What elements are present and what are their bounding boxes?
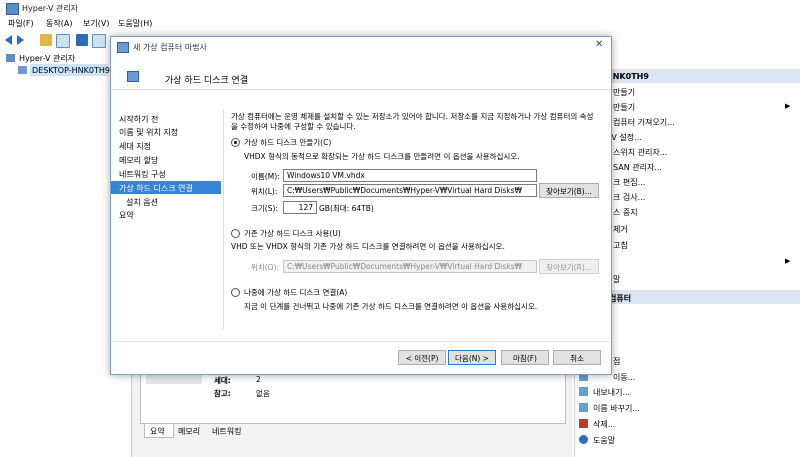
- new-vm-wizard-dialog: 새 가상 컴퓨터 마법사 ✕ 가상 하드 디스크 연결 시작하기 전 이름 및 …: [110, 36, 612, 375]
- step-connect-vhd[interactable]: 가상 하드 디스크 연결: [111, 181, 221, 194]
- step-name-location[interactable]: 이름 및 위치 지정: [119, 125, 221, 138]
- action-help[interactable]: 도움말: [579, 433, 799, 447]
- dialog-header: 새 가상 컴퓨터 마법사 ✕ 가상 하드 디스크 연결: [111, 37, 611, 90]
- window-title: Hyper-V 관리자: [22, 4, 79, 13]
- tree-root[interactable]: Hyper-V 관리자: [19, 53, 75, 64]
- page-icon: [127, 71, 139, 82]
- cancel-button[interactable]: 취소: [553, 350, 601, 365]
- back-arrow-icon[interactable]: [5, 35, 12, 45]
- vhd-size-input[interactable]: 127: [283, 201, 317, 214]
- create-vhd-desc: VHDX 형식의 동적으로 확장되는 가상 하드 디스크를 만들려면 이 옵션을…: [244, 152, 520, 161]
- dialog-title: 새 가상 컴퓨터 마법사: [133, 43, 207, 52]
- action-delete[interactable]: 삭제...: [579, 417, 799, 431]
- export-icon: [579, 387, 588, 396]
- wizard-icon: [117, 42, 129, 53]
- tab-summary[interactable]: 요약: [144, 424, 174, 438]
- size-label: 크기(S):: [251, 204, 278, 213]
- action-inspect-disk[interactable]: 크 검사...: [579, 190, 799, 204]
- help-icon: [579, 435, 588, 444]
- step-networking[interactable]: 네트워킹 구성: [119, 167, 221, 180]
- detail-value-notes: 없음: [256, 389, 270, 398]
- menu-help[interactable]: 도움말(H): [118, 18, 152, 29]
- radio-attach-later[interactable]: [231, 288, 240, 297]
- detail-label-notes: 참고:: [214, 389, 231, 398]
- menu-view[interactable]: 보기(V): [83, 18, 109, 29]
- vm-details-panel: [140, 368, 566, 424]
- step-generation[interactable]: 세대 지정: [119, 139, 221, 152]
- action-export[interactable]: 내보내기...: [579, 385, 799, 399]
- browse-existing-button[interactable]: 찾아보기(R)...: [539, 259, 599, 274]
- step-install-options[interactable]: 설치 옵션: [119, 195, 221, 208]
- delete-icon: [579, 419, 588, 428]
- hyperv-manager-icon: [6, 54, 15, 62]
- finish-button[interactable]: 마침(F): [501, 350, 549, 365]
- existing-vhd-location-input[interactable]: C:₩Users₩Public₩Documents₩Hyper-V₩Virtua…: [283, 260, 537, 273]
- use-existing-desc: VHD 또는 VHDX 형식의 기존 가상 하드 디스크를 연결하려면 이 옵션…: [231, 242, 505, 251]
- hyperv-app-icon: [6, 3, 19, 15]
- action-hyperv-settings[interactable]: -V 설정...: [579, 130, 799, 144]
- menu-bar: 파일(F) 동작(A) 보기(V) 도움말(H): [0, 16, 800, 31]
- previous-button[interactable]: < 이전(P): [398, 350, 446, 365]
- forward-arrow-icon[interactable]: [17, 35, 24, 45]
- location2-label: 위치(O):: [251, 263, 280, 272]
- up-folder-icon[interactable]: [40, 34, 52, 46]
- menu-action[interactable]: 동작(A): [46, 18, 72, 29]
- action-remove[interactable]: 제거: [579, 222, 799, 236]
- action-refresh[interactable]: 고침: [579, 238, 799, 252]
- tab-memory[interactable]: 메모리: [174, 424, 206, 437]
- location-label: 위치(L):: [251, 187, 278, 196]
- vhd-name-input[interactable]: Windows10 VM.vhdx: [283, 169, 537, 182]
- menu-file[interactable]: 파일(F): [8, 18, 34, 29]
- console-tree-icon[interactable]: [56, 34, 70, 48]
- action-import-vm[interactable]: 컴퓨터 가져오기...: [579, 115, 799, 129]
- browse-button[interactable]: 찾아보기(B)...: [539, 183, 599, 198]
- action-rename[interactable]: 이름 바꾸기...: [579, 401, 799, 415]
- tab-networking[interactable]: 네트워킹: [208, 424, 246, 437]
- radio-create-vhd[interactable]: [231, 138, 240, 147]
- action-view[interactable]: ▶: [579, 255, 799, 269]
- action-new-2[interactable]: 만들기 ▶: [579, 100, 799, 114]
- scroll-track[interactable]: [603, 94, 608, 324]
- radio-use-existing-label: 기존 가상 하드 디스크 사용(U): [244, 229, 341, 238]
- radio-attach-later-label: 나중에 가상 하드 디스크 연결(A): [244, 288, 348, 297]
- size-unit: GB(최대: 64TB): [319, 204, 374, 213]
- nav-divider: [223, 109, 224, 329]
- action-help-top[interactable]: 말: [579, 272, 799, 286]
- action-switch-manager[interactable]: 스위치 관리자...: [579, 145, 799, 159]
- name-label: 이름(M):: [251, 172, 280, 181]
- action-san-manager[interactable]: SAN 관리자...: [579, 160, 799, 174]
- action-new[interactable]: 만들기: [579, 85, 799, 99]
- window-titlebar: Hyper-V 관리자: [0, 0, 800, 17]
- detail-label-generation: 세대:: [214, 376, 231, 385]
- close-icon[interactable]: ✕: [595, 39, 603, 50]
- radio-use-existing-vhd[interactable]: [231, 229, 240, 238]
- step-summary[interactable]: 요약: [119, 208, 221, 221]
- details-tabs: 요약 메모리 네트워킹: [140, 424, 564, 438]
- action-edit-disk[interactable]: 크 편집...: [579, 175, 799, 189]
- footer-divider: [111, 341, 611, 342]
- rename-icon: [579, 403, 588, 412]
- wizard-steps: 시작하기 전 이름 및 위치 지정 세대 지정 메모리 할당 네트워킹 구성 가…: [111, 110, 221, 310]
- intro-text-2: 을 수정하여 나중에 구성할 수 있습니다.: [231, 122, 356, 131]
- step-before-you-begin[interactable]: 시작하기 전: [119, 112, 221, 125]
- action-stop-service[interactable]: 스 중지: [579, 205, 799, 219]
- help-icon[interactable]: [76, 34, 88, 46]
- radio-create-vhd-label: 가상 하드 디스크 만들기(C): [244, 138, 332, 147]
- vhd-location-input[interactable]: C:₩Users₩Public₩Documents₩Hyper-V₩Virtua…: [283, 184, 537, 197]
- next-button[interactable]: 다음(N) >: [448, 350, 496, 365]
- attach-later-desc: 지금 이 단계를 건너뛰고 나중에 기존 가상 하드 디스크를 연결하려면 이 …: [244, 302, 538, 311]
- server-icon: [18, 66, 27, 74]
- tree-host: DESKTOP-HNK0TH9: [32, 66, 110, 75]
- action-pane-icon[interactable]: [92, 34, 106, 48]
- action-checkpoint[interactable]: 점: [579, 354, 799, 368]
- detail-value-generation: 2: [256, 375, 261, 384]
- step-memory[interactable]: 메모리 할당: [119, 153, 221, 166]
- page-heading: 가상 하드 디스크 연결: [165, 76, 249, 86]
- action-move[interactable]: 이동...: [579, 370, 799, 384]
